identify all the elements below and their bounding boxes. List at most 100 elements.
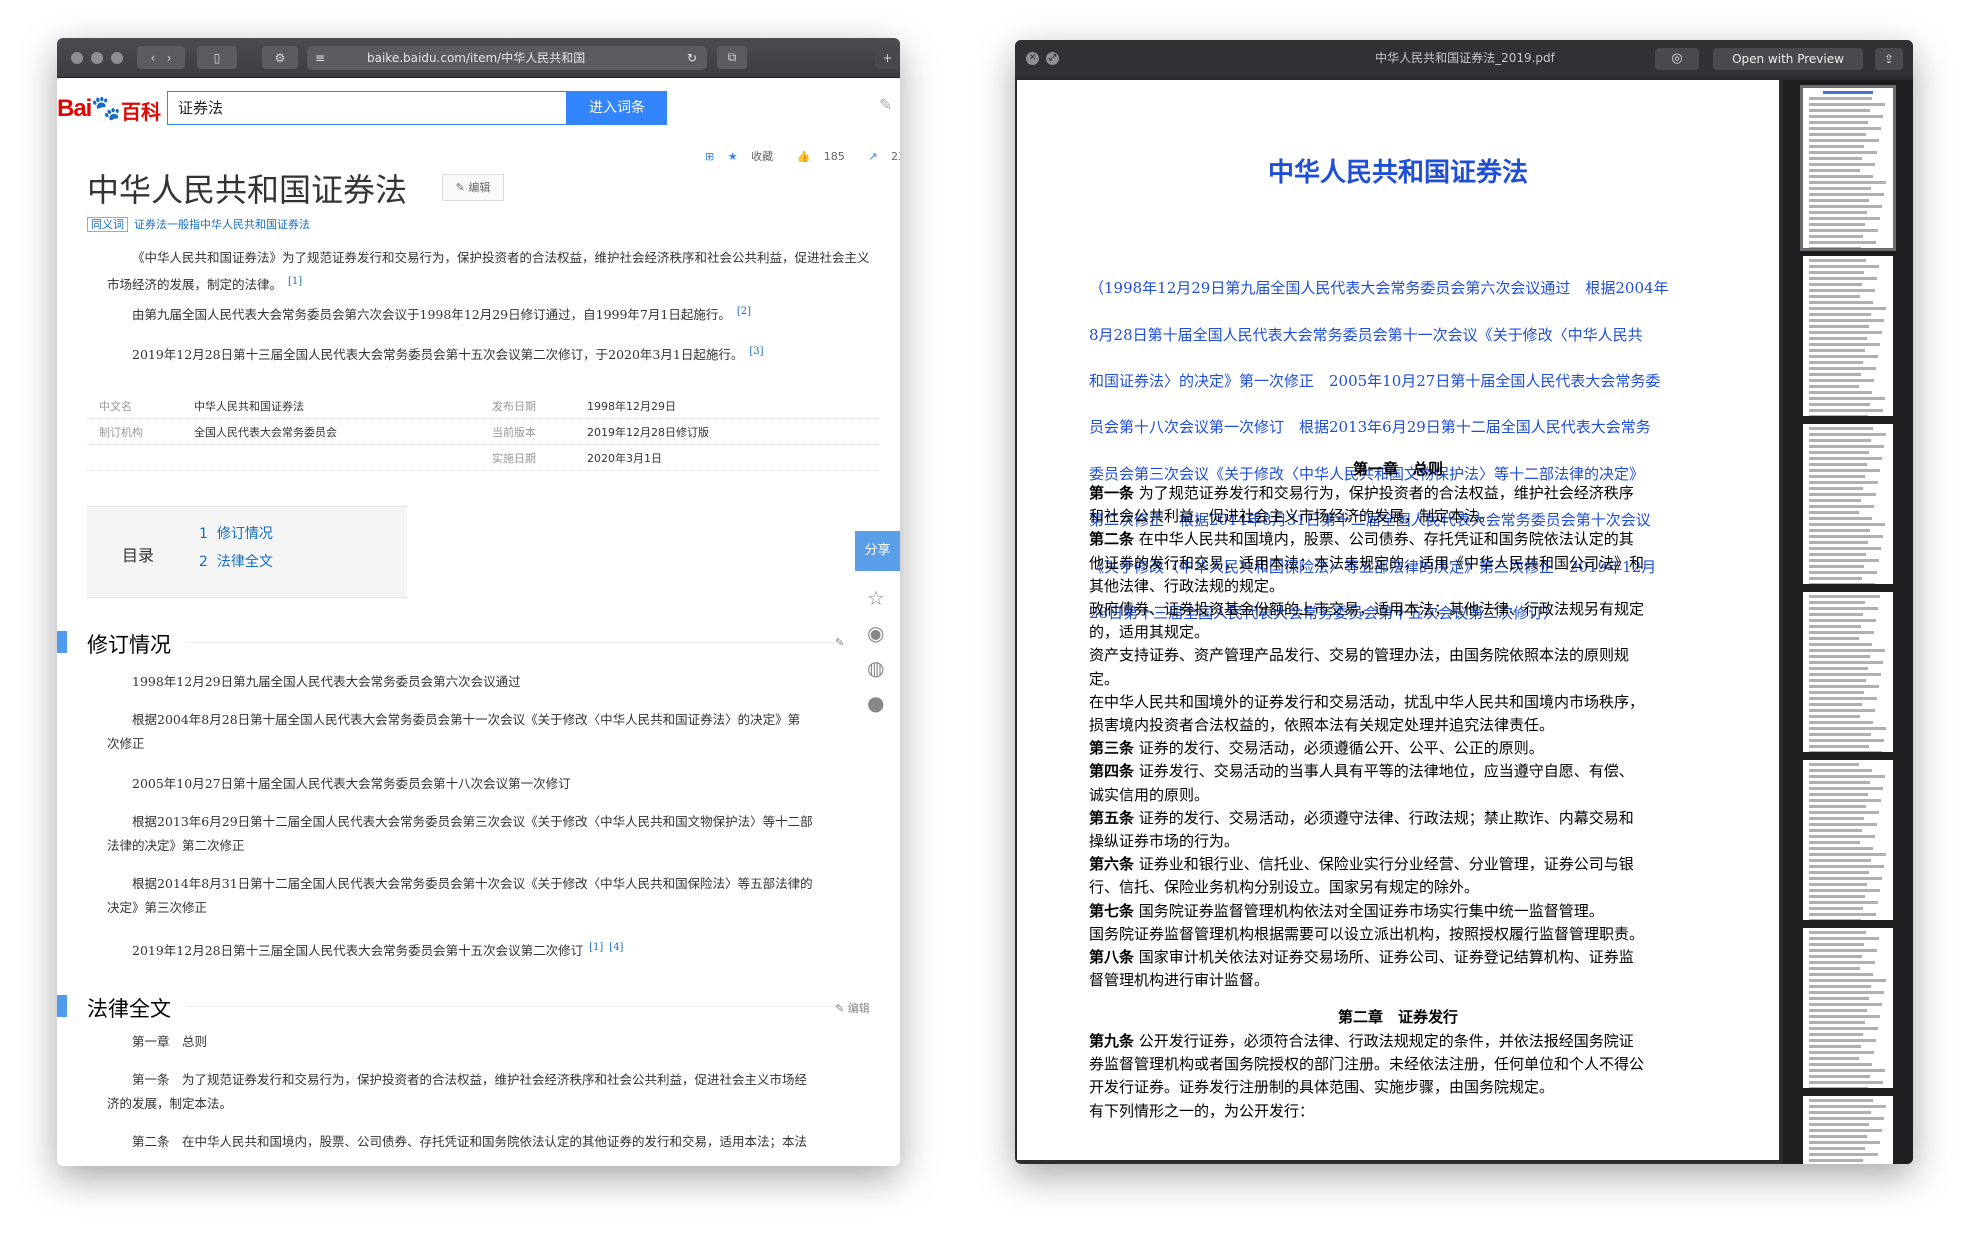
pdf-line: 在中华人民共和国境外的证券发行和交易活动，扰乱中华人民共和国境内市场秩序， — [1089, 691, 1709, 714]
thumbnail-line — [1809, 151, 1877, 154]
synonym-badge[interactable]: 同义词 — [87, 217, 128, 232]
fulltext-article-1: 第一条 为了规范证券发行和交易行为，保护投资者的合法权益，维护社会经济秩序和社会… — [132, 1072, 808, 1087]
thumbnail-line — [1809, 163, 1875, 166]
ref-link[interactable]: [3] — [749, 346, 763, 357]
section-edit-icon[interactable]: ✎ — [835, 636, 844, 649]
tabs-button[interactable]: ⧉ — [717, 46, 747, 69]
add-icon[interactable]: ⊞ — [705, 150, 714, 163]
minimize-dot[interactable] — [91, 52, 103, 64]
share-icon: ↗ — [868, 150, 878, 163]
thumbnail-line — [1809, 199, 1869, 202]
thumbnail-line — [1809, 655, 1870, 658]
baike-header: Bai🐾 百科 证券法 进入词条 — [57, 78, 900, 132]
thumbnail-line — [1809, 133, 1866, 136]
open-with-preview-button[interactable]: Open with Preview — [1713, 48, 1863, 70]
thumbnail-line — [1809, 1147, 1865, 1150]
favorite-star-icon[interactable]: ☆ — [867, 586, 885, 610]
thumbnail-line — [1809, 1081, 1883, 1084]
thumbnail-line — [1809, 649, 1885, 652]
info-key: 中文名 — [99, 400, 132, 413]
page-thumbnail[interactable] — [1803, 592, 1893, 752]
back-icon[interactable]: ‹ — [150, 51, 155, 65]
extension-button[interactable]: ⚙ — [262, 46, 298, 69]
like-button[interactable]: 👍 185 — [797, 150, 855, 163]
summary-text-1: 《中华人民共和国证券法》为了规范证券发行和交易行为，保护投资者的合法权益，维护社… — [107, 250, 870, 293]
thumbnail-line — [1809, 601, 1865, 604]
back-forward-buttons[interactable]: ‹ › — [137, 46, 185, 69]
section-edit-button[interactable]: ✎ 编辑 — [835, 1000, 870, 1016]
thumbnail-line — [1809, 865, 1884, 868]
sidebar-toggle[interactable]: ▯ — [197, 46, 237, 69]
new-tab-button[interactable]: + — [875, 46, 900, 69]
page-thumbnail[interactable] — [1803, 256, 1893, 416]
article-text: 国家审计机关依法对证券交易场所、证券公司、证券登记结算机构、证券监 — [1134, 948, 1634, 967]
close-button[interactable]: ✕ — [1026, 52, 1039, 65]
fullscreen-button[interactable]: ⤢ — [1046, 52, 1059, 65]
edit-pencil-icon[interactable]: ✎ — [879, 95, 892, 114]
page-thumbnail[interactable] — [1803, 928, 1893, 1088]
thumbnail-line — [1809, 523, 1885, 526]
collect-button[interactable]: ★ 收藏 — [728, 150, 783, 163]
share-button[interactable]: 分享 — [855, 531, 900, 571]
paw-icon: 🐾 — [91, 95, 121, 122]
pdf-line: 国务院证券监督管理机构根据需要可以设立派出机构，按照授权履行监督管理职责。 — [1089, 923, 1709, 946]
thumbnail-line — [1809, 127, 1881, 130]
page-thumbnail[interactable] — [1803, 1096, 1893, 1164]
thumbnail-line — [1809, 1033, 1863, 1036]
reload-icon[interactable]: ↻ — [687, 46, 697, 70]
article-text: 证券发行、交易活动的当事人具有平等的法律地位，应当遵守自愿、有偿、 — [1134, 762, 1634, 781]
ref-link[interactable]: [1] — [288, 276, 302, 287]
thumbnail-line — [1809, 877, 1882, 880]
close-dot[interactable] — [71, 52, 83, 64]
search-button[interactable]: 进入词条 — [567, 91, 667, 125]
weibo-icon[interactable]: ◉ — [867, 621, 884, 645]
revision-3: 2005年10月27日第十届全国人民代表大会常务委员会第十八次会议第一次修订 — [132, 776, 571, 791]
pdf-window-title: 中华人民共和国证券法_2019.pdf — [1375, 51, 1555, 65]
thumbnail-line — [1809, 727, 1886, 730]
thumbnail-line — [1809, 205, 1882, 208]
thumbnail-line — [1809, 679, 1866, 682]
share-button[interactable]: ⇪ — [1875, 48, 1903, 70]
thumbnail-line — [1809, 577, 1862, 580]
page-thumbnail[interactable] — [1803, 760, 1893, 920]
thumbnail-line — [1809, 643, 1872, 646]
search-input[interactable]: 证券法 — [167, 91, 567, 125]
thumbnail-line — [1809, 793, 1868, 796]
thumbnail-line — [1809, 397, 1885, 400]
page-thumbnail[interactable] — [1800, 85, 1896, 251]
section-divider — [187, 642, 847, 643]
thumbnail-line — [1809, 1087, 1868, 1088]
article-number: 第四条 — [1089, 762, 1135, 781]
toc-item-2[interactable]: 2 法律全文 — [199, 551, 273, 571]
edit-button[interactable]: ✎ 编辑 — [442, 174, 504, 201]
thumbnail-line — [1809, 1057, 1859, 1060]
synonym-text[interactable]: 证券法一般指中华人民共和国证券法 — [134, 218, 310, 231]
thumbnail-line — [1809, 139, 1879, 142]
article-text: 国务院证券监督管理机构依法对全国证券市场实行集中统一监督管理。 — [1134, 901, 1604, 920]
ref-link[interactable]: [1] — [589, 942, 603, 953]
share-count-button[interactable]: ↗ 238 — [868, 150, 900, 163]
reader-icon[interactable]: ≡ — [315, 46, 325, 70]
thumbnail-line — [1809, 907, 1863, 910]
address-bar[interactable]: ≡ baike.baidu.com/item/中华人民共和国 ↻ — [307, 46, 707, 70]
toc-item-1[interactable]: 1 修订情况 — [199, 523, 273, 543]
page-thumbnail[interactable] — [1803, 424, 1893, 584]
thumbnail-line — [1809, 283, 1862, 286]
thumbnail-line — [1809, 985, 1871, 988]
thumbnail-line — [1809, 619, 1876, 622]
thumbnail-line — [1809, 247, 1861, 248]
divider — [87, 418, 879, 419]
markup-button[interactable]: ◎ — [1655, 48, 1699, 70]
thumbnail-line — [1809, 337, 1867, 340]
zoom-dot[interactable] — [111, 52, 123, 64]
thumbnail-line — [1809, 751, 1882, 752]
pdf-line: 操纵证券市场的行为。 — [1089, 830, 1709, 853]
forward-icon[interactable]: › — [167, 51, 172, 65]
thumbnail-line — [1809, 181, 1886, 184]
summary-paragraph-3: 2019年12月28日第十三届全国人民代表大会常务委员会第十五次会议第二次修订，… — [107, 340, 877, 367]
thumbnail-line — [1809, 1039, 1876, 1042]
info-value: 全国人民代表大会常务委员会 — [194, 426, 337, 439]
ref-link[interactable]: [4] — [609, 942, 623, 953]
ref-link[interactable]: [2] — [737, 306, 751, 317]
baidu-logo[interactable]: Bai🐾 — [57, 94, 121, 123]
